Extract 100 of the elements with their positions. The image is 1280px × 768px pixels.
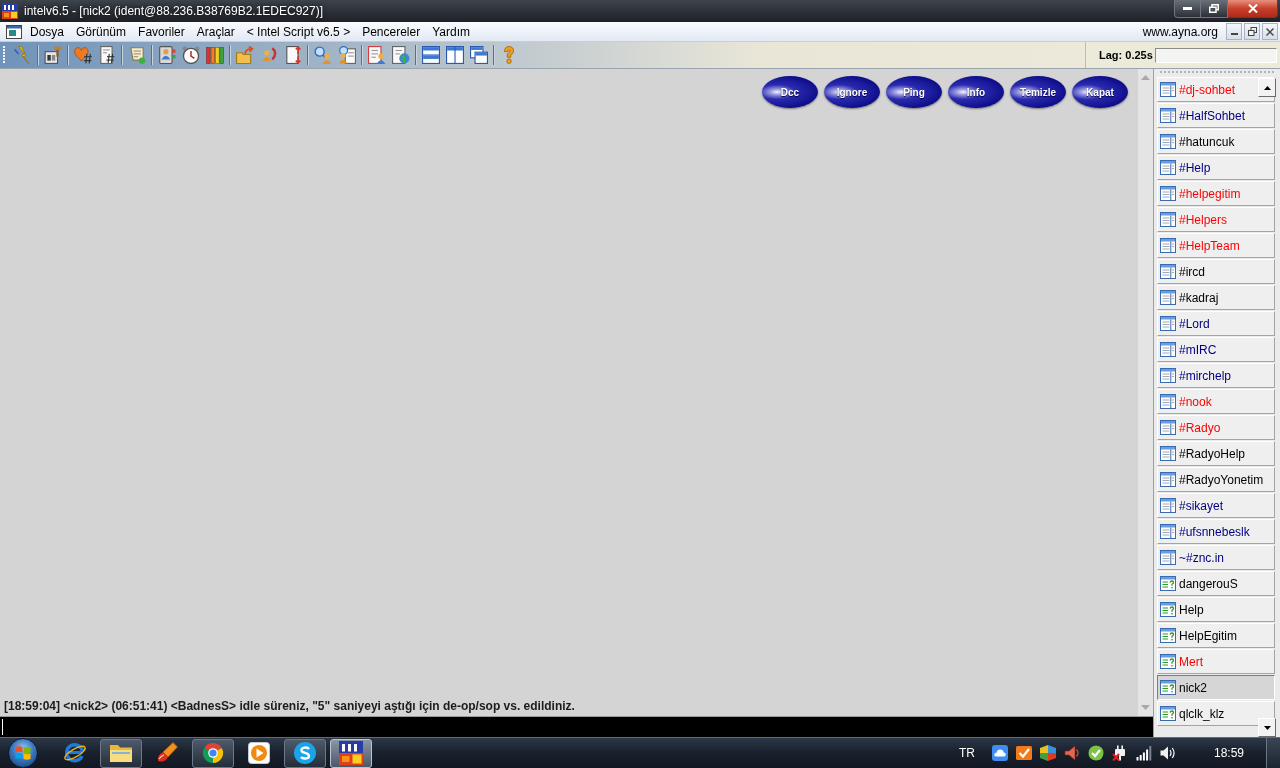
- channel-window-icon: [1160, 290, 1176, 305]
- menu-item[interactable]: Favoriler: [132, 23, 191, 40]
- speaker-icon[interactable]: [1063, 745, 1080, 761]
- channel-window-icon: [1160, 264, 1176, 279]
- channel-window-icon: [1160, 498, 1176, 513]
- channel-window-icon: [1160, 550, 1176, 565]
- tiles-icon[interactable]: [1039, 745, 1056, 761]
- action-button[interactable]: Info: [948, 76, 1004, 108]
- channel-window-icon: [1160, 186, 1176, 201]
- action-button[interactable]: Ping: [886, 76, 942, 108]
- toolbox-icon[interactable]: [44, 46, 62, 64]
- channel-window-icon: [1160, 446, 1176, 461]
- play-icon[interactable]: [247, 741, 271, 765]
- clock[interactable]: 18:59: [1213, 746, 1244, 760]
- grip-handle[interactable]: [3, 45, 6, 65]
- menu-item[interactable]: Dosya: [24, 23, 70, 40]
- lag-label: Lag: 0.25s: [1099, 48, 1153, 62]
- volume-icon[interactable]: [1159, 745, 1176, 761]
- switchbar-button[interactable]: ~#znc.in: [1157, 545, 1275, 570]
- taskbar-button[interactable]: [100, 738, 142, 768]
- signal-bars-icon[interactable]: [1135, 745, 1152, 761]
- channel-window-icon: [1160, 420, 1176, 435]
- document-globe-icon[interactable]: [392, 46, 410, 64]
- action-button[interactable]: Kapat: [1072, 76, 1128, 108]
- document-user-icon[interactable]: [368, 46, 386, 64]
- tile-vertical-icon[interactable]: [446, 46, 464, 64]
- circle-logo-icon: [201, 741, 225, 765]
- channel-window-icon: [1160, 472, 1176, 487]
- e-logo-icon[interactable]: [63, 741, 87, 765]
- power-plug-icon[interactable]: [1111, 745, 1128, 761]
- action-button[interactable]: Dcc: [762, 76, 818, 108]
- switchbar-button[interactable]: Help: [1157, 597, 1275, 622]
- clock-icon[interactable]: [182, 46, 200, 64]
- bars-icon[interactable]: [206, 46, 224, 64]
- chat-message: [18:59:04] <nick2> (06:51:41) <BadnesS> idle süreniz, "5" saniyeyi aştığı için de-op/sop vs. edildiniz.: [4, 699, 576, 713]
- scroll-up-button[interactable]: [1258, 78, 1276, 97]
- taskbar-button[interactable]: [192, 738, 234, 768]
- query-window-icon: [1160, 628, 1176, 643]
- switchbar-button[interactable]: HelpEgitim: [1157, 623, 1275, 648]
- checkmark-icon[interactable]: [1015, 745, 1032, 761]
- menu-item[interactable]: Araçlar: [190, 23, 241, 40]
- action-button[interactable]: Ignore: [824, 76, 880, 108]
- minimize-button[interactable]: [1226, 23, 1242, 40]
- switchbar-button[interactable]: #RadyoYonetim: [1157, 467, 1275, 492]
- switchbar-button[interactable]: #kadraj: [1157, 285, 1275, 310]
- cloud-icon[interactable]: [991, 745, 1008, 761]
- channel-window-icon: [1160, 394, 1176, 409]
- switchbar-button[interactable]: nick2: [1157, 675, 1275, 700]
- switchbar-button[interactable]: dangerouS: [1157, 571, 1275, 596]
- close-icon: [1266, 27, 1274, 36]
- switchbar-button[interactable]: #ufsnnebeslk: [1157, 519, 1275, 544]
- maximize-button[interactable]: [1201, 0, 1228, 18]
- shield-check-icon[interactable]: [1087, 745, 1104, 761]
- switchbar-button[interactable]: qlclk_klz: [1157, 701, 1275, 726]
- switchbar-button[interactable]: #HalfSohbet: [1157, 103, 1275, 128]
- restore-button[interactable]: [1244, 23, 1260, 40]
- document-icon[interactable]: [98, 46, 116, 64]
- switchbar-button[interactable]: #Help: [1157, 155, 1275, 180]
- input-field[interactable]: [0, 716, 1153, 737]
- user-search-icon[interactable]: [314, 46, 332, 64]
- up-triangle-icon: [1263, 85, 1271, 90]
- channel-window-icon: [1160, 82, 1176, 97]
- address-book-icon[interactable]: [158, 46, 176, 64]
- website-link[interactable]: www.ayna.org: [1142, 23, 1218, 40]
- grip-handle[interactable]: [1160, 71, 1274, 74]
- minimize-icon: [1183, 7, 1192, 10]
- menu-item[interactable]: Pencereler: [356, 23, 427, 40]
- switchbar-button[interactable]: #Lord: [1157, 311, 1275, 336]
- minimize-button[interactable]: [1174, 0, 1201, 18]
- switchbar-button[interactable]: #mIRC: [1157, 337, 1275, 362]
- switchbar-button[interactable]: #RadyoHelp: [1157, 441, 1275, 466]
- switchbar-button[interactable]: #hatuncuk: [1157, 129, 1275, 154]
- menu-item[interactable]: Görünüm: [70, 23, 133, 40]
- query-window-icon: [1160, 680, 1176, 695]
- transfer-icon[interactable]: [284, 46, 302, 64]
- switchbar-button[interactable]: #sikayet: [1157, 493, 1275, 518]
- close-button[interactable]: [1228, 0, 1278, 18]
- show-desktop-button[interactable]: [1266, 738, 1280, 768]
- channel-window-icon: [1160, 160, 1176, 175]
- heart-icon[interactable]: [74, 46, 92, 64]
- scroll-icon[interactable]: [128, 46, 146, 64]
- switchbar-button[interactable]: #ircd: [1157, 259, 1275, 284]
- cascade-icon[interactable]: [470, 46, 488, 64]
- language-indicator[interactable]: TR: [958, 746, 975, 760]
- menu-item[interactable]: Yardım: [426, 23, 476, 40]
- window-icon: [6, 24, 22, 39]
- user-document-icon[interactable]: [338, 46, 356, 64]
- switchbar-button[interactable]: #mirchelp: [1157, 363, 1275, 388]
- start-button[interactable]: [8, 738, 38, 768]
- close-button[interactable]: [1262, 23, 1278, 40]
- taskbar-button[interactable]: [330, 738, 372, 768]
- tile-horizontal-icon[interactable]: [422, 46, 440, 64]
- user-phone-icon[interactable]: [260, 46, 278, 64]
- taskbar-button[interactable]: [284, 738, 326, 768]
- channel-window-icon: [1160, 524, 1176, 539]
- down-triangle-icon: [1263, 725, 1271, 730]
- menu-item[interactable]: < Intel Script v6.5 >: [240, 23, 357, 40]
- scroll-down-button[interactable]: [1258, 718, 1276, 737]
- action-button[interactable]: Temizle: [1010, 76, 1066, 108]
- query-window-icon: [1160, 654, 1176, 669]
